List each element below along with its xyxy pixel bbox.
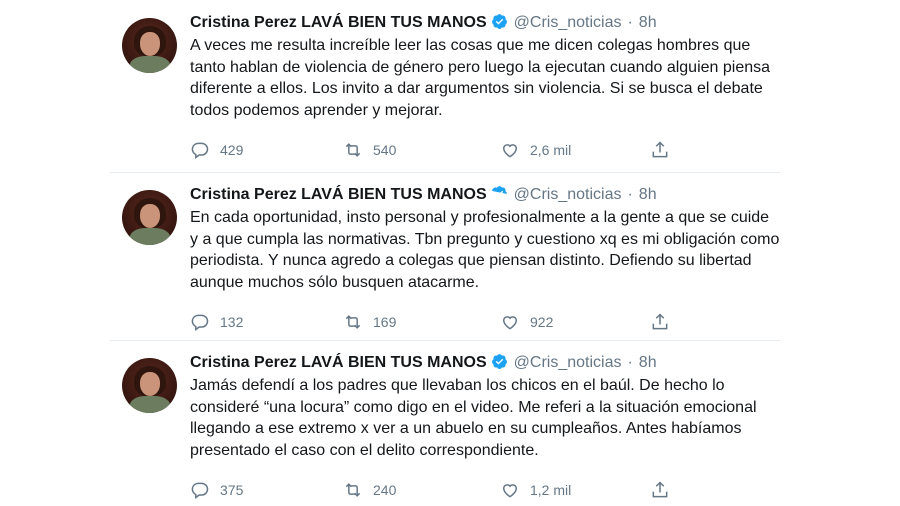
share-icon	[652, 141, 668, 158]
like-count: 2,6 mil	[530, 142, 572, 158]
reply-button[interactable]: 375	[190, 480, 243, 500]
retweet-count: 169	[373, 314, 397, 330]
tweet-time[interactable]: 8h	[639, 14, 657, 31]
tweet-text: A veces me resulta increíble leer las co…	[190, 37, 771, 119]
author-handle[interactable]: @Cris_noticias	[514, 186, 622, 203]
author-name[interactable]: Cristina Perez LAVÁ BIEN TUS MANOS	[190, 14, 487, 31]
share-button[interactable]	[650, 140, 670, 160]
like-button[interactable]: 2,6 mil	[500, 140, 571, 160]
retweet-button[interactable]: 240	[343, 480, 396, 500]
tweet[interactable]: Cristina Perez LAVÁ BIEN TUS MANOS @Cris_…	[110, 340, 780, 506]
like-count: 1,2 mil	[530, 482, 572, 498]
tweet-timeline: Cristina Perez LAVÁ BIEN TUS MANOS @Cris_…	[0, 0, 900, 505]
like-button[interactable]: 922	[500, 312, 553, 332]
tweet-header: Cristina Perez LAVÁ BIEN TUS MANOS @Cris_…	[190, 352, 657, 374]
tweet-time[interactable]: 8h	[639, 186, 657, 203]
reply-count: 375	[220, 482, 244, 498]
separator: ·	[627, 186, 633, 203]
verified-badge-icon	[491, 14, 507, 29]
like-button[interactable]: 1,2 mil	[500, 480, 571, 500]
author-handle[interactable]: @Cris_noticias	[514, 14, 622, 31]
tweet-text: En cada oportunidad, insto personal y pr…	[190, 209, 780, 291]
like-icon	[502, 484, 518, 498]
reply-icon	[191, 314, 209, 331]
verified-badge-icon	[491, 354, 507, 369]
avatar[interactable]	[122, 18, 177, 73]
author-name[interactable]: Cristina Perez LAVÁ BIEN TUS MANOS	[190, 186, 487, 203]
retweet-icon	[345, 143, 361, 157]
retweet-button[interactable]: 169	[343, 312, 396, 332]
like-icon	[502, 144, 518, 158]
retweet-button[interactable]: 540	[343, 140, 396, 160]
share-button[interactable]	[650, 312, 670, 332]
retweet-icon	[345, 315, 361, 329]
tweet-header: Cristina Perez LAVÁ BIEN TUS MANOS @Cris_…	[190, 12, 657, 34]
share-icon	[652, 481, 668, 498]
separator: ·	[627, 354, 633, 371]
author-handle[interactable]: @Cris_noticias	[514, 354, 622, 371]
tweet-header: Cristina Perez LAVÁ BIEN TUS MANOS @Cris_…	[190, 184, 657, 206]
reply-icon	[191, 142, 209, 159]
tweet-text: Jamás defendí a los padres que llevaban …	[190, 377, 757, 459]
retweet-count: 240	[373, 482, 397, 498]
author-name[interactable]: Cristina Perez LAVÁ BIEN TUS MANOS	[190, 354, 487, 371]
tweet-actions: 429 540 2,6 mil	[190, 140, 670, 164]
verified-badge-icon	[491, 186, 507, 197]
retweet-icon	[345, 483, 361, 497]
tweet-actions: 132 169 922	[190, 312, 670, 336]
avatar[interactable]	[122, 190, 177, 245]
tweet[interactable]: Cristina Perez LAVÁ BIEN TUS MANOS @Cris_…	[110, 0, 780, 166]
share-button[interactable]	[650, 480, 670, 500]
reply-button[interactable]: 132	[190, 312, 243, 332]
separator: ·	[627, 14, 633, 31]
share-icon	[652, 313, 668, 330]
tweet-time[interactable]: 8h	[639, 354, 657, 371]
reply-button[interactable]: 429	[190, 140, 243, 160]
reply-count: 429	[220, 142, 244, 158]
tweet[interactable]: Cristina Perez LAVÁ BIEN TUS MANOS @Cris_…	[110, 172, 780, 338]
like-count: 922	[530, 314, 554, 330]
tweet-actions: 375 240 1,2 mil	[190, 480, 670, 504]
avatar[interactable]	[122, 358, 177, 413]
reply-count: 132	[220, 314, 244, 330]
retweet-count: 540	[373, 142, 397, 158]
reply-icon	[191, 482, 209, 499]
like-icon	[502, 316, 518, 330]
